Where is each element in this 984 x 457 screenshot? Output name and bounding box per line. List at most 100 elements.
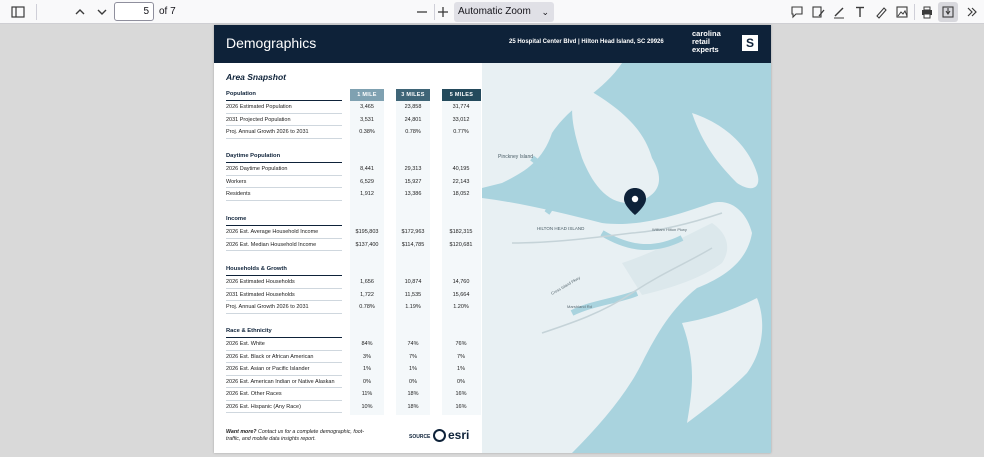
area-map: Pinckney Island HILTON HEAD ISLAND Willi…	[482, 63, 771, 453]
table-cell: 84%	[361, 341, 373, 347]
esri-logo: esri	[433, 428, 469, 442]
highlight-icon[interactable]	[808, 2, 828, 22]
table-cell: 16%	[455, 403, 467, 410]
row-label: 2026 Est. Median Household Income	[226, 241, 317, 248]
table-cell: 0.38%	[359, 129, 375, 135]
row-label: 2031 Projected Population	[226, 116, 291, 123]
draw-icon[interactable]	[829, 2, 849, 22]
row-rule	[226, 174, 342, 176]
table-cell: 29,313	[404, 166, 422, 172]
toolbar-separator	[36, 4, 37, 20]
area-snapshot-title: Area Snapshot	[226, 72, 286, 82]
section-rule	[226, 162, 342, 163]
table-cell: 18%	[407, 391, 419, 397]
map-graphic: Pinckney Island HILTON HEAD ISLAND Willi…	[482, 63, 763, 453]
table-cell: 10%	[361, 403, 373, 410]
row-rule	[226, 362, 342, 363]
row-label: 2026 Est. Asian or Pacific Islander	[226, 366, 310, 372]
row-rule	[226, 125, 342, 126]
table-cell: 3,465	[360, 104, 374, 110]
table-cell: 18%	[407, 403, 419, 410]
row-label: 2026 Est. Other Races	[226, 391, 282, 397]
table-cell: $114,785	[401, 241, 425, 248]
map-label-pinckney: Pinckney Island	[498, 154, 533, 160]
row-rule	[226, 387, 342, 388]
table-cell: 16%	[455, 391, 467, 397]
comment-icon[interactable]	[787, 2, 807, 22]
table-cell: 1%	[363, 366, 371, 372]
row-rule	[226, 349, 342, 351]
brand-logo-icon: S	[742, 35, 758, 51]
previous-page-icon[interactable]	[70, 2, 90, 22]
zoom-out-icon[interactable]	[412, 2, 432, 22]
more-tools-icon[interactable]	[962, 2, 982, 22]
section-title: Households & Growth	[226, 266, 287, 272]
table-cell: 1%	[457, 366, 465, 372]
table-cell: $195,803	[355, 229, 379, 235]
image-icon[interactable]	[892, 2, 912, 22]
table-cell: 8,441	[360, 166, 374, 172]
page-number-input[interactable]: 5	[114, 2, 154, 21]
table-cell: $137,400	[355, 241, 379, 248]
table-cell: $172,963	[401, 229, 425, 235]
table-cell: 0.77%	[453, 129, 469, 135]
zoom-in-icon[interactable]	[433, 2, 453, 22]
row-label: 2026 Est. White	[226, 341, 265, 347]
row-rule	[226, 250, 342, 251]
zoom-select-value: Automatic Zoom	[458, 6, 531, 17]
row-label: 2026 Daytime Population	[226, 166, 288, 172]
section-title: Race & Ethnicity	[226, 328, 272, 334]
next-page-icon[interactable]	[92, 2, 112, 22]
table-cell: 18,052	[452, 191, 470, 197]
pdf-toolbar: 5 of 7 Automatic Zoom ⌄	[0, 0, 984, 24]
save-icon[interactable]	[938, 2, 958, 22]
row-label: 2026 Estimated Population	[226, 104, 292, 110]
print-icon[interactable]	[917, 2, 937, 22]
row-label: Residents	[226, 191, 251, 197]
row-rule	[226, 237, 342, 239]
table-cell: 1,656	[360, 279, 374, 285]
map-label-marshland: Marshland Rd	[567, 304, 592, 309]
brand-wordmark: carolina retail experts	[692, 30, 736, 54]
column-header-5-miles: 5 MILES	[442, 89, 481, 101]
table-cell: 3%	[363, 353, 371, 360]
map-label-william-hilton-pkwy: William Hilton Pkwy	[652, 227, 687, 232]
row-label: Proj. Annual Growth 2026 to 2031	[226, 129, 309, 135]
section-title: Income	[226, 216, 247, 222]
row-label: 2026 Est. Average Household Income	[226, 229, 319, 235]
table-cell: 1.19%	[405, 304, 421, 310]
footer-note: Want more? Contact us for a complete dem…	[226, 429, 376, 443]
map-label-hilton-head: HILTON HEAD ISLAND	[537, 226, 585, 231]
table-cell: 6,529	[360, 178, 374, 185]
pdf-page: Demographics 25 Hospital Center Blvd | H…	[214, 25, 771, 453]
table-cell: 76%	[455, 341, 467, 347]
row-rule	[226, 287, 342, 289]
table-cell: 10,874	[404, 279, 422, 285]
sidebar-toggle-icon[interactable]	[8, 2, 28, 22]
table-cell: 0%	[409, 378, 417, 385]
text-icon[interactable]	[850, 2, 870, 22]
toolbar-separator	[914, 4, 915, 20]
column-header-1-mile: 1 MILE	[350, 89, 384, 101]
source-label: SOURCE	[409, 434, 431, 440]
table-cell: 11%	[361, 391, 373, 397]
table-cell: 7%	[409, 353, 417, 360]
table-cell: $182,315	[449, 229, 473, 235]
esri-wordmark: esri	[448, 428, 470, 442]
row-rule	[226, 199, 342, 201]
row-rule	[226, 312, 342, 314]
table-cell: 1.20%	[453, 304, 469, 310]
table-cell: 11,535	[404, 291, 422, 298]
chevron-down-icon: ⌄	[541, 7, 549, 17]
ink-icon[interactable]	[871, 2, 891, 22]
table-cell: 3,531	[360, 116, 374, 123]
table-cell: 15,664	[452, 291, 470, 298]
globe-icon	[433, 428, 446, 442]
table-cell: 14,760	[452, 279, 470, 285]
zoom-select[interactable]: Automatic Zoom ⌄	[454, 2, 554, 22]
table-cell: 7%	[457, 353, 465, 360]
table-cell: 0.78%	[359, 304, 375, 310]
section-rule	[226, 225, 342, 226]
table-cell: 13,386	[404, 191, 422, 197]
table-cell: 33,012	[452, 116, 470, 123]
